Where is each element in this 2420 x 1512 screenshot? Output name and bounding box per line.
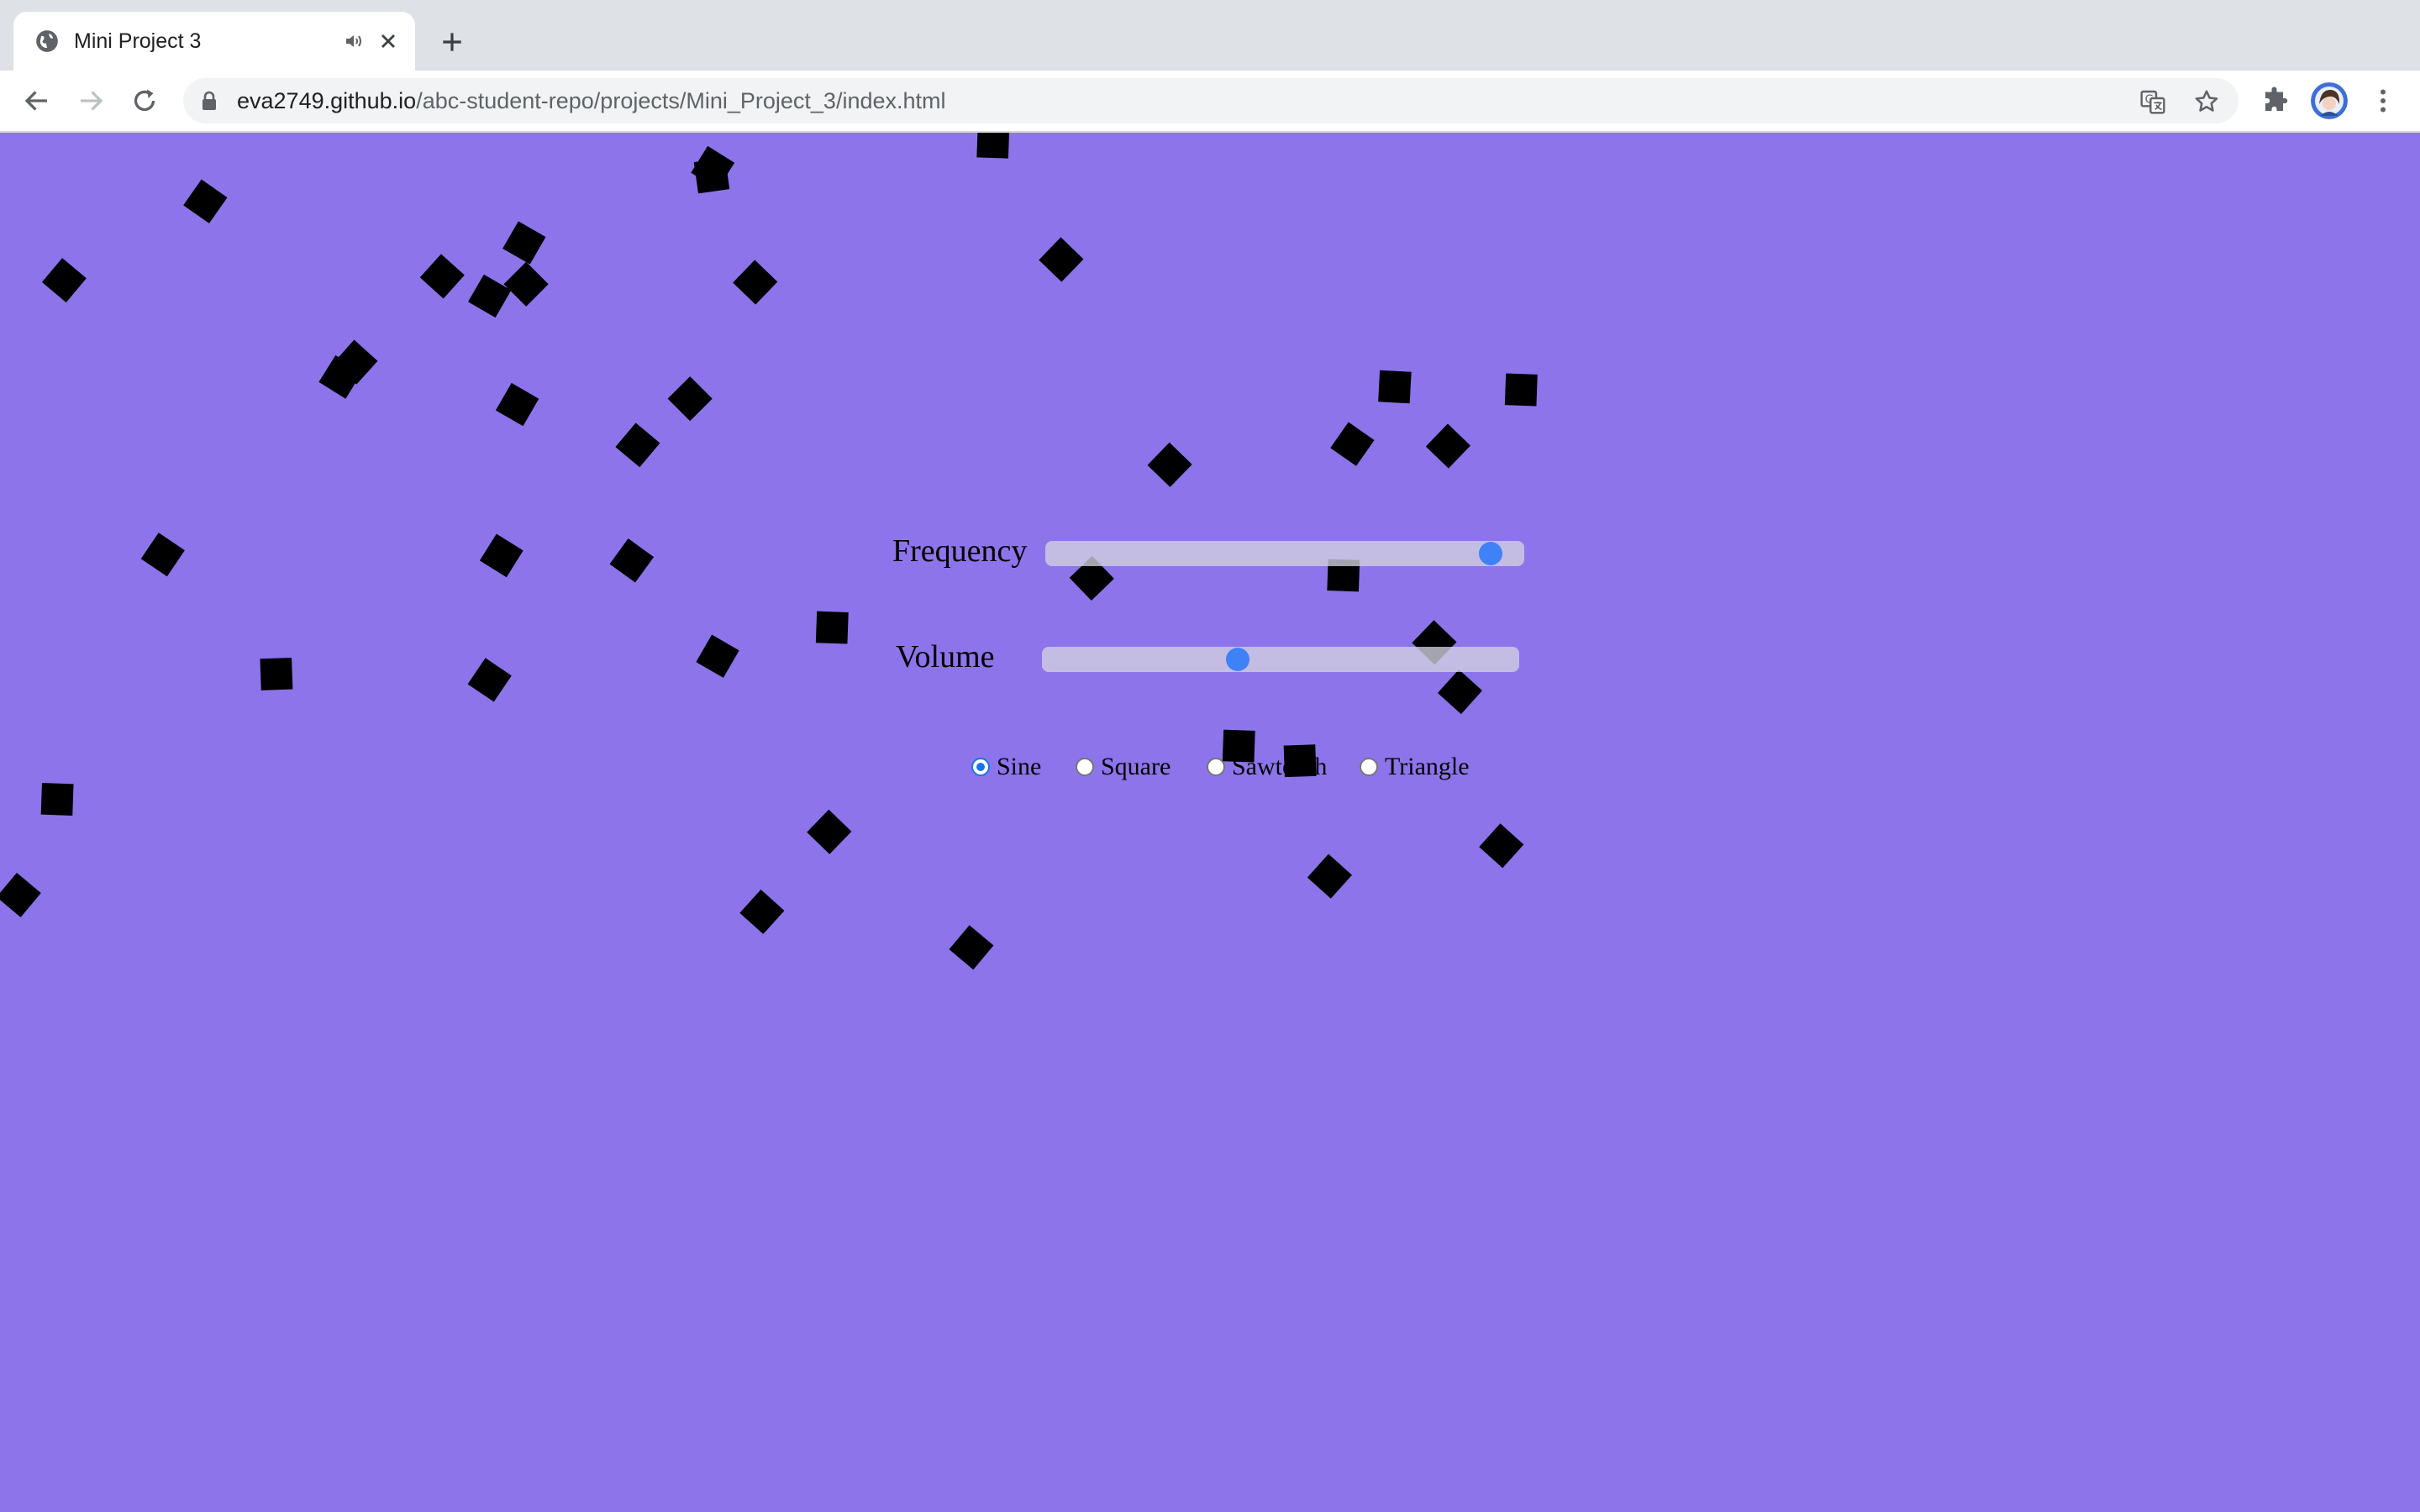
browser-toolbar: eva2749.github.io/abc-student-repo/proje… [0, 71, 2420, 131]
floating-square [807, 809, 852, 854]
tab-strip: Mini Project 3 [0, 0, 2420, 71]
floating-square [40, 783, 74, 816]
reload-icon[interactable] [129, 86, 160, 116]
address-bar[interactable]: eva2749.github.io/abc-student-repo/proje… [183, 78, 2238, 123]
floating-square [1425, 423, 1470, 469]
radio-circle[interactable] [1207, 758, 1225, 776]
browser-tab[interactable]: Mini Project 3 [13, 12, 415, 71]
frequency-slider-thumb[interactable] [1479, 542, 1503, 565]
floating-square [1504, 373, 1538, 407]
floating-square [1378, 370, 1412, 404]
menu-icon[interactable] [2368, 86, 2398, 116]
floating-square [667, 376, 713, 422]
floating-squares [0, 133, 1538, 970]
frequency-label: Frequency [892, 533, 1028, 569]
radio-circle[interactable] [1076, 758, 1094, 776]
volume-label: Volume [896, 639, 995, 675]
profile-picture [2311, 82, 2348, 119]
floating-square [1479, 823, 1524, 869]
url-path: /abc-student-repo/projects/Mini_Project_… [416, 88, 946, 113]
floating-square [1437, 669, 1483, 715]
back-icon[interactable] [22, 86, 52, 116]
floating-square [949, 925, 994, 970]
tab-title: Mini Project 3 [74, 29, 202, 53]
floating-square [260, 657, 293, 690]
radio-label: Square [1101, 753, 1171, 780]
floating-square [503, 261, 549, 307]
floating-square [467, 658, 512, 702]
floating-square [615, 423, 660, 468]
floating-square [976, 133, 1010, 159]
audio-icon[interactable] [343, 31, 365, 51]
avatar[interactable] [2311, 82, 2348, 119]
close-icon[interactable] [376, 29, 400, 53]
floating-square [495, 382, 539, 427]
forward-icon[interactable] [76, 86, 106, 116]
radio-circle[interactable] [971, 758, 990, 776]
lock-icon[interactable] [200, 91, 218, 111]
radio-circle[interactable] [1360, 758, 1378, 776]
floating-square [468, 274, 512, 318]
star-icon[interactable] [2193, 88, 2220, 115]
floating-square [1307, 853, 1352, 899]
page-canvas: Frequency Volume Sine Square Sawtooth Tr… [0, 133, 2420, 1512]
floating-square [140, 533, 185, 577]
floating-square [479, 533, 523, 578]
radio-label: Triangle [1385, 753, 1470, 780]
floating-square [1039, 237, 1084, 282]
floating-square [696, 634, 739, 678]
url-host: eva2749.github.io [237, 88, 417, 113]
floating-square [815, 611, 849, 644]
volume-slider[interactable] [1042, 647, 1519, 672]
extensions-icon[interactable] [2260, 86, 2291, 116]
floating-square [0, 873, 41, 917]
floating-square [502, 221, 546, 265]
floating-square [609, 538, 655, 583]
volume-slider-thumb[interactable] [1225, 648, 1249, 671]
floating-square [183, 179, 228, 223]
floating-square [1330, 422, 1375, 466]
floating-square [1147, 442, 1192, 487]
plus-icon[interactable] [439, 29, 466, 55]
globe-icon [36, 30, 58, 52]
floating-square [739, 889, 785, 935]
translate-icon[interactable]: G [2139, 88, 2166, 115]
floating-square [41, 258, 87, 303]
floating-square [733, 260, 778, 305]
radio-label: Sine [997, 753, 1042, 780]
url-text[interactable]: eva2749.github.io/abc-student-repo/proje… [237, 78, 946, 123]
floating-square [419, 254, 465, 299]
frequency-slider[interactable] [1045, 541, 1524, 566]
radio-label: Sawtooth [1232, 753, 1328, 780]
